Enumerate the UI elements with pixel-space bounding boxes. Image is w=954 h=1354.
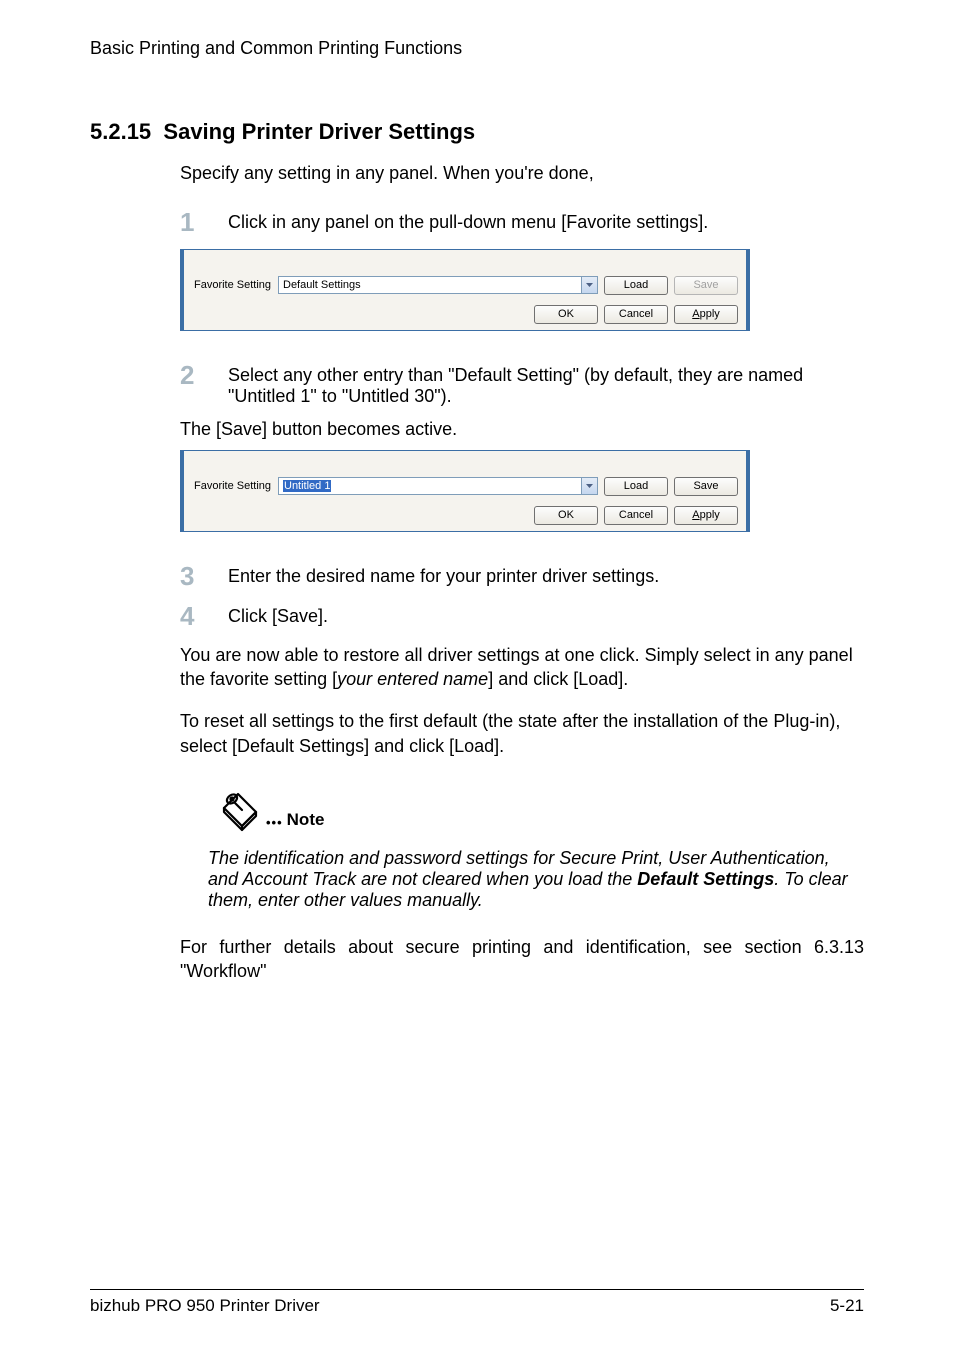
step-number: 4: [180, 602, 228, 631]
favorite-setting-value: Untitled 1: [278, 477, 582, 495]
step-text: Click in any panel on the pull-down menu…: [228, 208, 708, 237]
favorite-setting-label: Favorite Setting: [194, 279, 272, 291]
step-2: 2 Select any other entry than "Default S…: [180, 361, 864, 407]
running-header: Basic Printing and Common Printing Funct…: [90, 38, 864, 59]
load-button[interactable]: Load: [604, 477, 668, 496]
section-title: Saving Printer Driver Settings: [163, 119, 475, 144]
apply-button[interactable]: Apply: [674, 305, 738, 324]
footer-left: bizhub PRO 950 Printer Driver: [90, 1296, 320, 1316]
note-icon: [218, 788, 262, 832]
step-text: Click [Save].: [228, 602, 328, 631]
save-button[interactable]: Save: [674, 477, 738, 496]
page-footer: bizhub PRO 950 Printer Driver 5-21: [90, 1289, 864, 1316]
note-block: ••• Note The identification and password…: [180, 788, 864, 911]
screenshot-favorite-default: Favorite Setting Default Settings Load S…: [180, 249, 750, 331]
chevron-down-icon[interactable]: [582, 276, 598, 294]
ok-button[interactable]: OK: [534, 305, 598, 324]
section-number: 5.2.15: [90, 119, 151, 144]
step-4: 4 Click [Save].: [180, 602, 864, 631]
note-text: The identification and password settings…: [208, 848, 864, 911]
after-step-2-text: The [Save] button becomes active.: [180, 419, 864, 440]
paragraph-reset: To reset all settings to the first defau…: [180, 709, 864, 758]
cancel-button[interactable]: Cancel: [604, 506, 668, 525]
intro-text: Specify any setting in any panel. When y…: [180, 163, 864, 184]
chevron-down-icon[interactable]: [582, 477, 598, 495]
ok-button[interactable]: OK: [534, 506, 598, 525]
favorite-setting-combo[interactable]: Untitled 1: [278, 477, 598, 495]
apply-button[interactable]: Apply: [674, 506, 738, 525]
step-number: 2: [180, 361, 228, 407]
cancel-button[interactable]: Cancel: [604, 305, 668, 324]
save-button: Save: [674, 276, 738, 295]
step-text: Select any other entry than "Default Set…: [228, 361, 864, 407]
step-number: 1: [180, 208, 228, 237]
step-text: Enter the desired name for your printer …: [228, 562, 659, 591]
step-1: 1 Click in any panel on the pull-down me…: [180, 208, 864, 237]
section-heading: 5.2.15 Saving Printer Driver Settings: [90, 119, 864, 145]
paragraph-restore: You are now able to restore all driver s…: [180, 643, 864, 692]
note-dots: •••: [266, 815, 283, 832]
favorite-setting-combo[interactable]: Default Settings: [278, 276, 598, 294]
favorite-setting-value: Default Settings: [278, 276, 582, 294]
paragraph-further: For further details about secure printin…: [180, 935, 864, 984]
load-button[interactable]: Load: [604, 276, 668, 295]
note-label: Note: [287, 810, 325, 832]
step-3: 3 Enter the desired name for your printe…: [180, 562, 864, 591]
step-number: 3: [180, 562, 228, 591]
footer-right: 5-21: [830, 1296, 864, 1316]
favorite-setting-label: Favorite Setting: [194, 480, 272, 492]
screenshot-favorite-untitled: Favorite Setting Untitled 1 Load Save OK…: [180, 450, 750, 532]
